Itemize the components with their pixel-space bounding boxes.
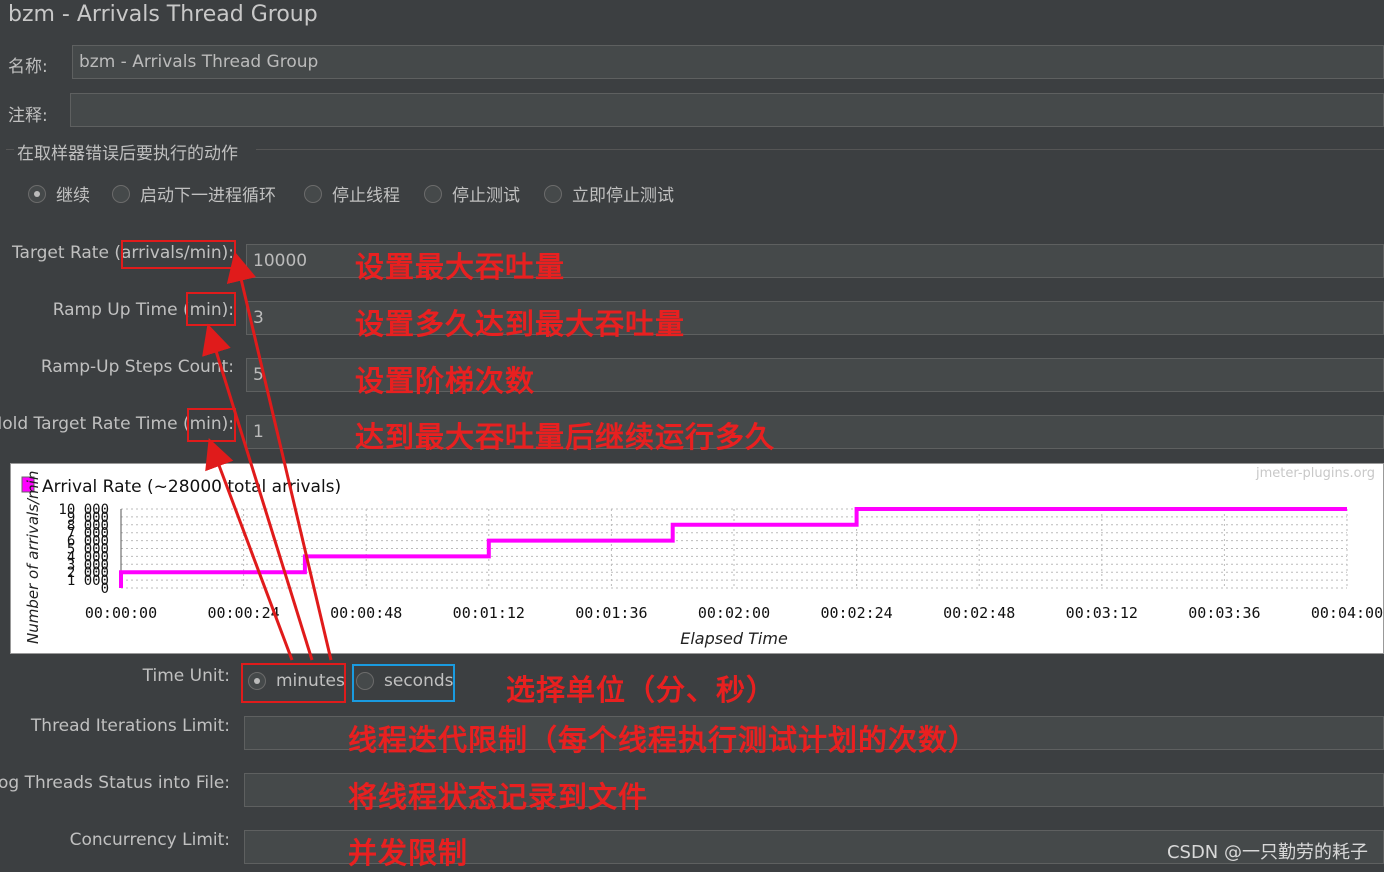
- annotation-log: 将线程状态记录到文件: [348, 780, 649, 814]
- arrow-to-ramp-min: [202, 323, 314, 661]
- csdn-credit: CSDN @一只勤劳的耗子: [1166, 842, 1368, 863]
- annotation-concurrency: 并发限制: [348, 836, 469, 870]
- annotation-steps: 设置阶梯次数: [355, 364, 536, 398]
- annotation-target-rate: 设置最大吞吐量: [355, 250, 566, 284]
- annotation-time-unit: 选择单位（分、秒）: [506, 673, 777, 707]
- annotation-hold: 达到最大吞吐量后继续运行多久: [355, 420, 776, 454]
- annotation-iterations: 线程迭代限制（每个线程执行测试计划的次数）: [348, 723, 979, 757]
- annotation-ramp-up: 设置多久达到最大吞吐量: [355, 307, 686, 341]
